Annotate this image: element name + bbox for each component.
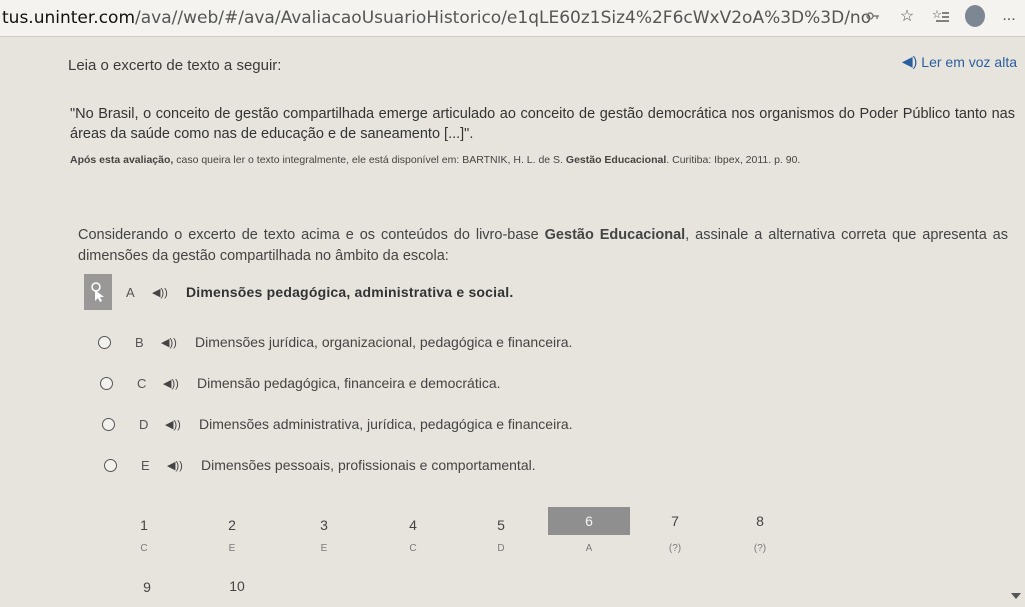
option-text: Dimensões administrativa, jurídica, peda… [199,416,573,432]
question-nav-answer: (?) [668,543,682,554]
source-suffix: . Curitiba: Ibpex, 2011. p. 90. [666,154,801,166]
question-nav-2[interactable]: 2 [212,517,252,533]
question-before: Considerando o excerto de texto acima e … [78,227,545,243]
question-nav-1[interactable]: 1 [124,517,164,533]
question-nav-8[interactable]: 8 [740,513,780,529]
option-b[interactable]: B ◀)) Dimensões jurídica, organizacional… [98,327,572,357]
option-a[interactable]: A ◀)) Dimensões pedagógica, administrati… [84,274,514,310]
speaker-icon[interactable]: ◀)) [152,286,170,299]
favorites-list-icon[interactable]: ☆ [931,6,951,26]
question-nav-7[interactable]: 7 [655,513,695,529]
option-letter: D [139,416,149,432]
option-radio[interactable] [104,458,117,472]
question-nav-4[interactable]: 4 [393,517,433,533]
option-radio[interactable] [100,376,113,390]
avatar[interactable] [965,5,985,27]
option-text: Dimensões jurídica, organizacional, peda… [195,334,573,350]
source-title: Gestão Educacional [565,154,667,166]
option-letter: E [141,457,150,473]
option-e[interactable]: E ◀)) Dimensões pessoais, profissionais … [104,450,536,480]
question-nav-answer: A [585,543,593,554]
option-letter: A [126,284,135,300]
star-icon[interactable]: ☆ [897,6,917,26]
source-citation: Após esta avaliação, caso queira ler o t… [70,154,1015,166]
intro-text: Leia o excerto de texto a seguir: [68,57,282,74]
option-text: Dimensões pessoais, profissionais e comp… [201,457,536,473]
speaker-icon: ◀) [901,53,918,69]
pointer-cursor-icon [84,274,112,310]
question-nav-answer: (?) [753,543,767,554]
question-nav-5[interactable]: 5 [481,517,521,533]
source-prefix: Após esta avaliação, [70,154,174,166]
browser-address-bar[interactable]: tus.uninter.com/ava//web/#/ava/Avaliacao… [0,0,1025,37]
profile-icon[interactable] [965,5,985,27]
option-radio[interactable] [102,417,115,431]
more-icon[interactable]: ... [999,6,1019,26]
question-navigator: 1 C 2 E 3 E 4 C 5 D 6 A 7 (?) 8 (?) 9 10 [0,507,1025,607]
option-c[interactable]: C ◀)) Dimensão pedagógica, financeira e … [100,368,501,398]
question-nav-answer: C [409,543,417,554]
url-text[interactable]: tus.uninter.com/ava//web/#/ava/Avaliacao… [0,8,872,28]
key-icon[interactable] [863,6,883,26]
svg-text:☆: ☆ [932,9,942,21]
option-text: Dimensões pedagógica, administrativa e s… [186,284,514,300]
read-aloud-button[interactable]: ◀) Ler em voz alta [902,53,1017,70]
question-nav-answer: E [228,543,236,554]
question-text: Considerando o excerto de texto acima e … [78,225,1008,267]
speaker-icon[interactable]: ◀)) [165,418,183,431]
source-middle: caso queira ler o texto integralmente, e… [173,154,566,166]
option-letter: B [135,334,144,350]
url-path: /ava//web/#/ava/AvaliacaoUsuarioHistoric… [135,8,872,28]
option-radio[interactable] [98,335,111,349]
question-nav-answer: D [497,543,505,554]
speaker-icon[interactable]: ◀)) [167,459,185,472]
question-nav-10[interactable]: 10 [217,578,257,594]
option-text: Dimensão pedagógica, financeira e democr… [197,375,501,391]
option-letter: C [137,375,147,391]
question-nav-answer: E [320,543,328,554]
speaker-icon[interactable]: ◀)) [161,336,179,349]
question-page: Leia o excerto de texto a seguir: ◀) Ler… [0,37,1025,607]
option-d[interactable]: D ◀)) Dimensões administrativa, jurídica… [102,409,573,439]
question-nav-9[interactable]: 9 [127,579,167,595]
question-bold: Gestão Educacional [544,227,686,243]
scroll-down-arrow-icon[interactable] [1011,593,1021,599]
question-nav-6[interactable]: 6 [569,513,609,529]
excerpt-quote: "No Brasil, o conceito de gestão compart… [70,106,1015,142]
read-aloud-label: Ler em voz alta [921,53,1017,70]
speaker-icon[interactable]: ◀)) [163,377,181,390]
question-nav-answer: C [140,543,148,554]
question-nav-3[interactable]: 3 [304,517,344,533]
url-host: tus.uninter.com [2,8,136,28]
